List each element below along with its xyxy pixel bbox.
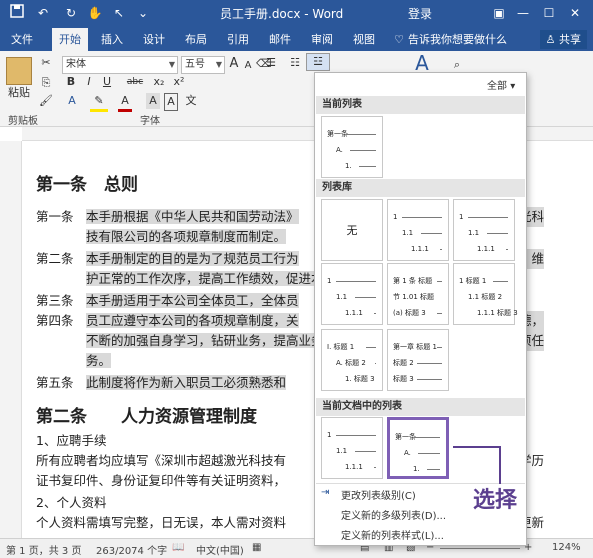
callout-line — [453, 446, 501, 484]
callout-connector — [453, 446, 501, 484]
